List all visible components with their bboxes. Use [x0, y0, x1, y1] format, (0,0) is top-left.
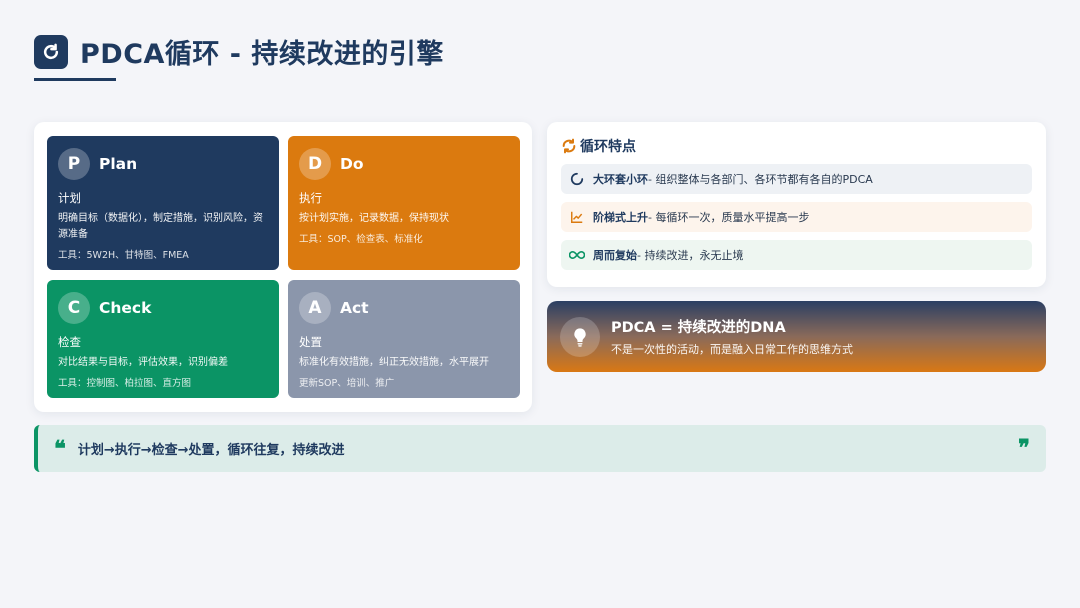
feature-text: - 每循环一次，质量水平提高一步 [648, 211, 810, 224]
pdca-panel: P Plan 计划 明确目标（数据化），制定措施，识别风险，资源准备 工具：5W… [34, 122, 532, 412]
act-letter-badge: A [299, 292, 331, 324]
do-description: 按计划实施，记录数据，保持现状 [299, 213, 449, 224]
plan-card: P Plan 计划 明确目标（数据化），制定措施，识别风险，资源准备 工具：5W… [47, 136, 279, 270]
do-subtitle: 执行 [299, 191, 322, 205]
feature-text: - 持续改进，永无止境 [637, 249, 744, 262]
act-card: A Act 处置 标准化有效措施，纠正无效措施，水平展开 更新SOP、培训、推广 [288, 280, 520, 398]
dna-title: PDCA = 持续改进的DNA [611, 320, 786, 336]
lightbulb-icon [560, 316, 600, 357]
dna-subtitle: 不是一次性的活动，而是融入日常工作的思维方式 [611, 343, 853, 356]
plan-subtitle: 计划 [58, 191, 81, 205]
act-description: 标准化有效措施，纠正无效措施，水平展开 [299, 357, 489, 368]
plan-description: 明确目标（数据化），制定措施，识别风险，资源准备 [58, 213, 263, 240]
feature-name: 阶梯式上升 [593, 211, 648, 224]
plan-name: Plan [99, 155, 138, 173]
refresh-icon [34, 34, 68, 69]
feature-item: 阶梯式上升 - 每循环一次，质量水平提高一步 [561, 202, 1032, 232]
check-letter-badge: C [58, 292, 90, 324]
page-title: PDCA循环 - 持续改进的引擎 [80, 39, 444, 70]
check-card: C Check 检查 对比结果与目标，评估效果，识别偏差 工具：控制图、柏拉图、… [47, 280, 279, 398]
act-subtitle: 处置 [299, 335, 322, 349]
do-letter-badge: D [299, 148, 331, 180]
cycle-features-panel: 循环特点 大环套小环 - 组织整体与各部门、各环节都有各自的PDCA 阶梯式上升… [547, 122, 1046, 287]
quote-text: 计划→执行→检查→处置，循环往复，持续改进 [77, 443, 345, 458]
feature-item: 大环套小环 - 组织整体与各部门、各环节都有各自的PDCA [561, 164, 1032, 194]
sync-icon [561, 138, 577, 154]
act-tools: 更新SOP、培训、推广 [299, 378, 395, 389]
do-tools: 工具：SOP、检查表、标准化 [299, 234, 423, 245]
title-underline [34, 78, 116, 81]
plan-letter-badge: P [58, 148, 90, 180]
summary-quote: ❝ 计划→执行→检查→处置，循环往复，持续改进 ❞ [34, 425, 1046, 472]
features-title: 循环特点 [580, 139, 636, 155]
check-description: 对比结果与目标，评估效果，识别偏差 [58, 357, 228, 368]
feature-text: - 组织整体与各部门、各环节都有各自的PDCA [648, 173, 873, 186]
do-card: D Do 执行 按计划实施，记录数据，保持现状 工具：SOP、检查表、标准化 [288, 136, 520, 270]
plan-tools: 工具：5W2H、甘特图、FMEA [58, 250, 189, 261]
quote-close-icon: ❞ [1018, 435, 1030, 461]
circle-notch-icon [569, 171, 585, 187]
page-header: PDCA循环 - 持续改进的引擎 [34, 32, 444, 71]
quote-open-icon: ❝ [54, 435, 66, 462]
infinity-icon [569, 247, 585, 263]
act-name: Act [340, 299, 369, 317]
check-tools: 工具：控制图、柏拉图、直方图 [58, 378, 192, 389]
check-subtitle: 检查 [58, 335, 81, 349]
chart-line-icon [569, 209, 585, 225]
dna-banner: PDCA = 持续改进的DNA 不是一次性的活动，而是融入日常工作的思维方式 [547, 301, 1046, 372]
feature-name: 周而复始 [593, 249, 637, 262]
do-name: Do [340, 155, 364, 173]
feature-item: 周而复始 - 持续改进，永无止境 [561, 240, 1032, 270]
check-name: Check [99, 299, 152, 317]
feature-name: 大环套小环 [593, 173, 648, 186]
